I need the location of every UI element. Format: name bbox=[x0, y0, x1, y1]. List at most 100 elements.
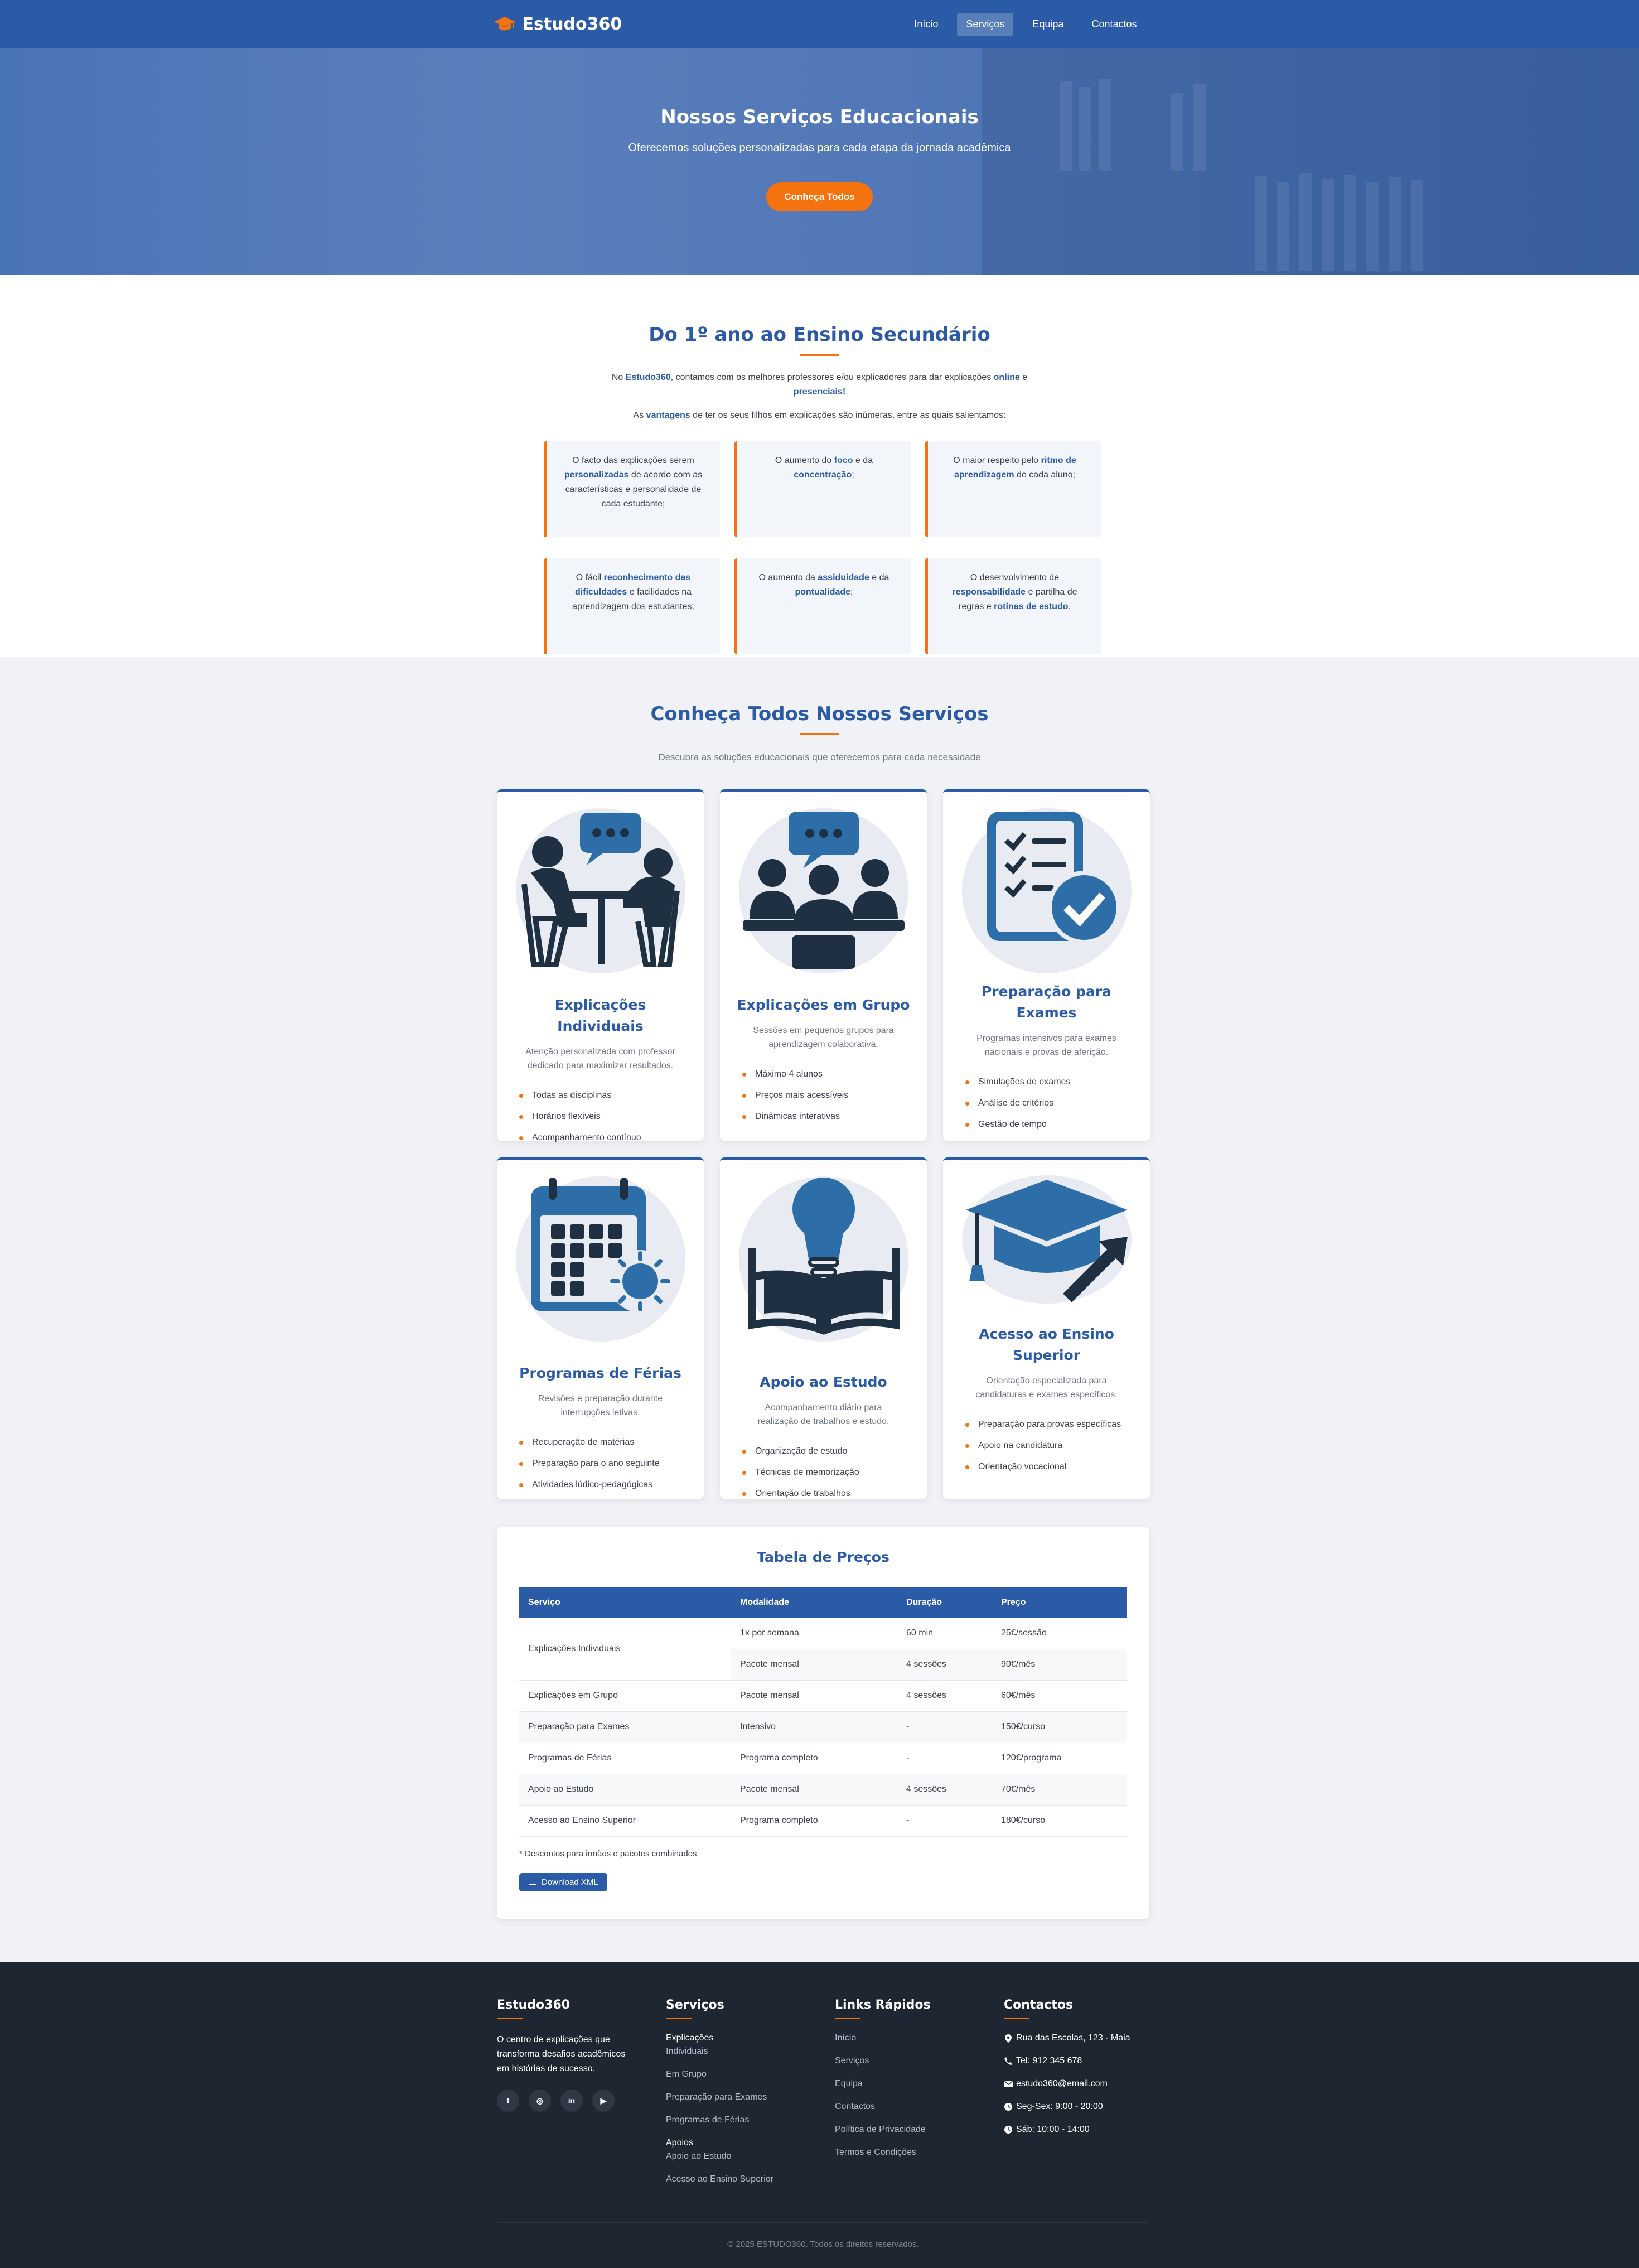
price-table-title: Tabela de Preços bbox=[757, 1549, 889, 1565]
calendar-sun-icon bbox=[515, 1176, 685, 1342]
service-feature-list: Máximo 4 alunos Preços mais acessíveis D… bbox=[736, 1064, 911, 1127]
service-description: Acompanhamento diário para realização de… bbox=[757, 1403, 889, 1426]
footer-link[interactable]: Equipa bbox=[835, 2077, 1004, 2091]
services-grid: Explicações Individuais Atenção personal… bbox=[497, 789, 1150, 1499]
list-item: Recuperação de matérias bbox=[519, 1432, 688, 1453]
services-subtitle: Descubra as soluções educacionais que of… bbox=[658, 752, 981, 763]
linkedin-icon[interactable]: in bbox=[560, 2090, 583, 2112]
list-item: Orientação vocacional bbox=[965, 1456, 1134, 1478]
footer-brand: Estudo360 bbox=[497, 1998, 570, 2012]
price-table-card: Tabela de Preços Serviço Modalidade Dura… bbox=[497, 1527, 1149, 1919]
advantage-card: O aumento da assiduidade e da pontualida… bbox=[734, 558, 911, 654]
footer-about-text: O centro de explicações que transforma d… bbox=[497, 2035, 626, 2073]
service-feature-list: Organização de estudo Técnicas de memori… bbox=[736, 1441, 911, 1504]
list-item: Técnicas de memorização bbox=[742, 1462, 911, 1483]
advantage-card: O aumento do foco e da concentração; bbox=[734, 441, 911, 537]
checklist-icon bbox=[961, 808, 1132, 973]
footer-link[interactable]: Individuais bbox=[666, 2045, 835, 2058]
service-description: Atenção personalizada com professor dedi… bbox=[525, 1047, 675, 1070]
table-row: Preparação para Exames Intensivo -150€/cur… bbox=[519, 1711, 1127, 1743]
list-item: Todas as disciplinas bbox=[519, 1085, 688, 1106]
download-icon bbox=[529, 1884, 536, 1885]
graduation-cap-logo-icon bbox=[494, 17, 515, 31]
facebook-icon[interactable]: f bbox=[497, 2090, 519, 2112]
list-item: Análise de critérios bbox=[965, 1093, 1134, 1114]
list-item: Apoio na candidatura bbox=[965, 1435, 1134, 1456]
footer-quick-links: Links Rápidos Início Serviços Equipa Con… bbox=[835, 1998, 1004, 2195]
tutoring-icon bbox=[515, 808, 685, 973]
footer-services: Serviços Explicações Individuais Em Grup… bbox=[666, 1998, 835, 2195]
site-logo[interactable]: Estudo360 bbox=[494, 15, 622, 34]
footer-link[interactable]: Apoios bbox=[666, 2136, 835, 2150]
service-description: Orientação especializada para candidatur… bbox=[975, 1376, 1118, 1400]
column-header: Serviço bbox=[519, 1587, 731, 1618]
download-xml-button[interactable]: Download XML bbox=[519, 1873, 607, 1891]
youtube-icon[interactable]: ▶ bbox=[592, 2090, 615, 2112]
footer-link[interactable]: Política de Privacidade bbox=[835, 2123, 1004, 2136]
service-feature-list: Preparação para provas específicas Apoio… bbox=[959, 1414, 1134, 1478]
envelope-icon bbox=[1004, 2079, 1013, 2088]
service-title: Preparação para Exames bbox=[981, 983, 1112, 1021]
nav-item-servicos[interactable]: Serviços bbox=[957, 12, 1014, 36]
intro-paragraph-2: As vantagens de ter os seus filhos em ex… bbox=[633, 411, 1006, 420]
advantage-card: O fácil reconhecimento das dificuldades … bbox=[544, 558, 720, 654]
footer-link[interactable]: Apoio ao Estudo bbox=[666, 2150, 835, 2163]
list-item: Orientação de trabalhos bbox=[742, 1483, 911, 1504]
clock-icon bbox=[1004, 2102, 1013, 2111]
list-item: Organização de estudo bbox=[742, 1441, 911, 1462]
list-item: Máximo 4 alunos bbox=[742, 1064, 911, 1085]
contact-email: estudo360@email.com bbox=[1004, 2077, 1149, 2091]
nav-item-contactos[interactable]: Contactos bbox=[1082, 13, 1145, 36]
service-card[interactable]: Preparação para Exames Programas intensi… bbox=[943, 789, 1150, 1141]
phone-icon bbox=[1004, 2057, 1013, 2066]
footer-link[interactable]: Em Grupo bbox=[666, 2068, 835, 2081]
service-card[interactable]: Explicações Individuais Atenção personal… bbox=[497, 789, 704, 1142]
service-description: Programas intensivos para exames naciona… bbox=[976, 1034, 1116, 1057]
services-section: Conheça Todos Nossos Serviços Descubra a… bbox=[0, 657, 1639, 1962]
column-header: Modalidade bbox=[731, 1587, 897, 1618]
intro-title: Do 1º ano ao Ensino Secundário bbox=[649, 324, 990, 346]
hero-title: Nossos Serviços Educacionais bbox=[660, 106, 979, 128]
instagram-icon[interactable]: ◎ bbox=[529, 2090, 551, 2112]
contact-hours-saturday: Sáb: 10:00 - 14:00 bbox=[1004, 2123, 1149, 2136]
service-feature-list: Simulações de exames Análise de critério… bbox=[959, 1072, 1134, 1135]
main-menu: Início Serviços Equipa Contactos bbox=[905, 12, 1145, 36]
service-card[interactable]: Apoio ao Estudo Acompanhamento diário pa… bbox=[720, 1157, 927, 1499]
list-item: Horários flexíveis bbox=[519, 1106, 688, 1127]
contact-phone: Tel: 912 345 678 bbox=[1004, 2054, 1149, 2068]
footer-link[interactable]: Preparação para Exames bbox=[666, 2091, 835, 2104]
footer-link[interactable]: Acesso ao Ensino Superior bbox=[666, 2173, 835, 2186]
advantage-card: O desenvolvimento de responsabilidade e … bbox=[925, 558, 1101, 654]
advantage-card: O facto das explicações serem personaliz… bbox=[544, 441, 720, 537]
service-card[interactable]: Programas de Férias Revisões e preparaçã… bbox=[497, 1157, 704, 1499]
footer-link[interactable]: Programas de Férias bbox=[666, 2113, 835, 2127]
service-title: Programas de Férias bbox=[519, 1365, 681, 1381]
nav-item-equipa[interactable]: Equipa bbox=[1023, 13, 1072, 36]
footer-link[interactable]: Explicações bbox=[666, 2031, 835, 2045]
copyright: © 2025 ESTUDO360. Todos os direitos rese… bbox=[497, 2222, 1149, 2249]
service-title: Apoio ao Estudo bbox=[760, 1374, 887, 1390]
service-card[interactable]: Explicações em Grupo Sessões em pequenos… bbox=[720, 789, 927, 1141]
hero-cta-button[interactable]: Conheça Todos bbox=[766, 182, 873, 211]
graduation-cap-icon bbox=[961, 1175, 1132, 1304]
nav-item-inicio[interactable]: Início bbox=[905, 13, 947, 36]
list-item: Preços mais acessíveis bbox=[742, 1085, 911, 1106]
intro-section: Do 1º ano ao Ensino Secundário No Estudo… bbox=[0, 275, 1639, 657]
footer-links-title: Links Rápidos bbox=[835, 1998, 931, 2012]
hero-banner: Nossos Serviços Educacionais Oferecemos … bbox=[0, 48, 1639, 275]
group-icon bbox=[738, 808, 908, 973]
table-row: Acesso ao Ensino Superior Programa comple… bbox=[519, 1805, 1127, 1837]
bulb-book-icon bbox=[738, 1176, 908, 1342]
list-item: Atividades lúdico-pedagógicas bbox=[519, 1474, 688, 1495]
service-card[interactable]: Acesso ao Ensino Superior Orientação esp… bbox=[943, 1157, 1150, 1499]
footer-link[interactable]: Serviços bbox=[835, 2054, 1004, 2068]
advantages-grid: O facto das explicações serem personaliz… bbox=[544, 441, 1101, 654]
service-title: Acesso ao Ensino Superior bbox=[979, 1326, 1114, 1363]
table-row: Explicações Individuais 1x por semana 60 … bbox=[519, 1618, 1127, 1681]
clock-icon bbox=[1004, 2125, 1013, 2134]
footer-link[interactable]: Termos e Condições bbox=[835, 2146, 1004, 2159]
social-links: f ◎ in ▶ bbox=[497, 2090, 666, 2112]
footer-link[interactable]: Início bbox=[835, 2031, 1004, 2045]
footer-contacts-title: Contactos bbox=[1004, 1998, 1074, 2012]
footer-link[interactable]: Contactos bbox=[835, 2100, 1004, 2113]
